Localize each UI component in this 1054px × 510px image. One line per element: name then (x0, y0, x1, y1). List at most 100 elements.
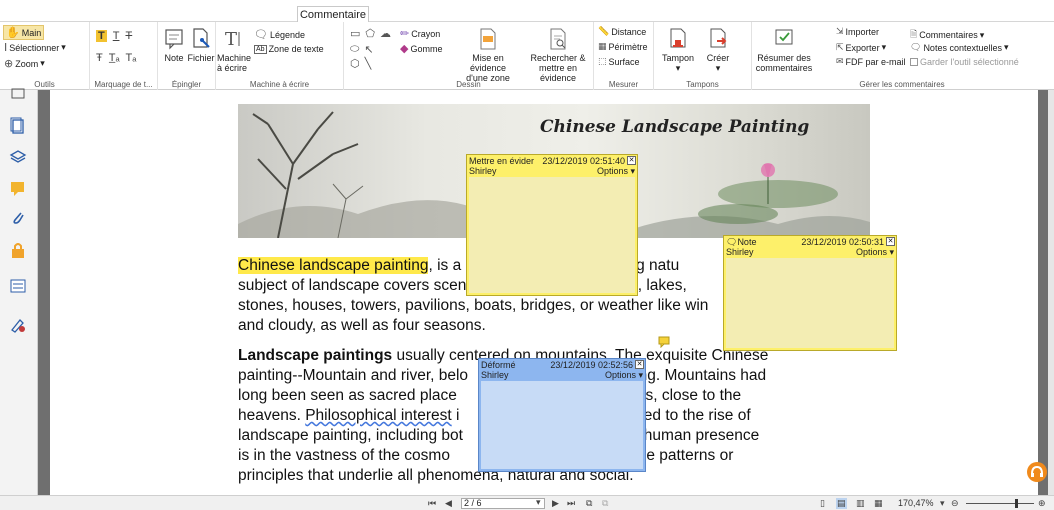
export-button[interactable]: ⇱ Exporter ▾ (836, 42, 886, 53)
assistant-button[interactable] (1027, 462, 1047, 482)
ribbon-tabbar: Commentaire (0, 0, 1054, 23)
sticky-note-note[interactable]: 🗨Note 23/12/2019 02:50:31 ✕ Shirley Option… (723, 235, 897, 351)
area-highlight-button[interactable]: Mise en évidence d'une zone (456, 27, 520, 83)
note-header[interactable]: Déformé 23/12/2019 02:52:56 ✕ Shirley Opti… (479, 359, 645, 381)
comment-marker-icon[interactable] (658, 336, 670, 350)
summarize-comments-button[interactable]: Résumer des commentaires (756, 27, 812, 73)
lock-icon[interactable] (8, 240, 28, 260)
strikeout-text-icon[interactable]: T (125, 30, 132, 42)
eraser-button[interactable]: ◆ Gomme (400, 42, 442, 55)
document-viewport[interactable]: Chinese Landscape Painting Chinese lands… (38, 90, 1048, 495)
prev-page-icon[interactable]: ◀ (445, 498, 452, 509)
zoom-slider[interactable] (966, 503, 1034, 504)
insert-text-icon[interactable]: T̲ₐ (109, 52, 120, 64)
note-author: Shirley (481, 370, 509, 380)
oval-icon[interactable]: ⬭ (350, 42, 359, 56)
cloud-icon[interactable]: ☁ (380, 27, 391, 40)
keep-tool-selected-checkbox[interactable]: Garder l'outil sélectionné (910, 57, 1019, 67)
file-attach-button[interactable]: Fichier (188, 27, 215, 63)
pencil-button[interactable]: ✏ Crayon (400, 27, 440, 40)
eraser-icon: ◆ (400, 42, 409, 55)
popup-notes-button[interactable]: 🗨 Notes contextuelles ▾ (910, 42, 1009, 53)
chevron-down-icon: ▾ (715, 63, 721, 73)
note-author: Shirley (469, 166, 497, 176)
continuous-facing-view-icon[interactable]: ▦ (874, 498, 883, 509)
pages-icon[interactable] (8, 116, 28, 136)
attachment-icon[interactable] (8, 208, 28, 228)
area-button[interactable]: ⬚ Surface (598, 57, 640, 67)
comments-menu-button[interactable]: 🗎 Commentaires ▾ (910, 27, 984, 43)
polyline-icon[interactable]: ⬡ (350, 57, 360, 70)
zoom-slider-thumb[interactable] (1015, 499, 1018, 508)
last-page-icon[interactable]: ⏭ (567, 498, 575, 509)
vertical-scrollbar[interactable] (1048, 90, 1054, 495)
group-epingler: Note Fichier Épingler (158, 22, 216, 90)
rectangle-icon[interactable]: ▭ (350, 27, 360, 40)
comments-panel-icon[interactable] (8, 178, 28, 198)
create-stamp-button[interactable]: Créer ▾ (700, 27, 736, 73)
zoom-out-icon[interactable]: ⊖ (951, 498, 959, 509)
zoom-in-icon[interactable]: ⊕ (1038, 498, 1046, 509)
layers-icon[interactable] (8, 146, 28, 166)
page-number-input[interactable]: 2 / 6 (461, 498, 545, 509)
stamp-button[interactable]: Tampon ▾ (658, 27, 698, 73)
group-dessin: ▭ ⬠ ☁ ⬭ ↖ ⬡ ╲ ✏ Crayon ◆ Gomme Mise en é… (344, 22, 594, 90)
sticky-note-squiggly[interactable]: Déformé 23/12/2019 02:52:56 ✕ Shirley Opti… (478, 358, 646, 472)
close-icon[interactable]: ✕ (635, 360, 644, 369)
typewriter-button[interactable]: T Machine à écrire (216, 27, 252, 73)
main-tool-button[interactable]: ✋ Main (3, 25, 45, 40)
note-body-textarea[interactable] (726, 258, 894, 348)
note-header[interactable]: 🗨Note 23/12/2019 02:50:31 ✕ Shirley Option… (724, 236, 896, 258)
underline-text-icon[interactable]: T (113, 30, 120, 42)
sticky-note-highlight[interactable]: Mettre en évider 23/12/2019 02:51:40 ✕ Sh… (466, 154, 638, 296)
zoom-dropdown-icon[interactable]: ▾ (940, 498, 945, 509)
fdf-email-button[interactable]: ✉ FDF par e-mail (836, 57, 906, 67)
signature-icon[interactable] (8, 314, 28, 334)
line-icon[interactable]: ╲ (365, 57, 372, 70)
page-dropdown-icon[interactable]: ▾ (536, 497, 541, 508)
first-page-icon[interactable]: ⏮ (428, 498, 436, 509)
search-highlight-button[interactable]: Rechercher & mettre en évidence (522, 27, 594, 83)
group-label-gerer: Gérer les commentaires (859, 80, 945, 89)
form-fields-icon[interactable] (8, 276, 28, 296)
group-machine: T Machine à écrire 🗨 Légende Ab Zone de … (216, 22, 344, 90)
hand-sidebar-icon[interactable] (8, 88, 28, 108)
zoom-tool-button[interactable]: ⊕ Zoom ▾ (4, 57, 45, 70)
group-mesurer: 📏 Distance ▦ Périmètre ⬚ Surface Mesurer (594, 22, 654, 90)
close-icon[interactable]: ✕ (886, 237, 895, 246)
note-options-button[interactable]: Options ▾ (605, 370, 643, 381)
single-page-view-icon[interactable]: ▯ (820, 498, 825, 509)
zoom-level[interactable]: 170,47% (898, 498, 934, 508)
facing-view-icon[interactable]: ▥ (856, 498, 865, 509)
legende-button[interactable]: 🗨 Légende (254, 28, 305, 41)
left-sidebar (0, 88, 38, 495)
note-header[interactable]: Mettre en évider 23/12/2019 02:51:40 ✕ Sh… (467, 155, 637, 177)
note-options-button[interactable]: Options ▾ (597, 166, 635, 177)
squiggly-text[interactable]: Philosophical interest (305, 407, 451, 424)
close-icon[interactable]: ✕ (627, 156, 636, 165)
hand-icon: ✋ (6, 26, 20, 39)
perimeter-button[interactable]: ▦ Périmètre (598, 42, 648, 52)
import-button[interactable]: ⇲ Importer (836, 27, 879, 37)
tab-commentaire[interactable]: Commentaire (297, 6, 369, 23)
note-body-textarea[interactable] (481, 381, 643, 469)
select-tool-button[interactable]: Ⅰ Sélectionner ▾ (4, 41, 66, 54)
note-body-textarea[interactable] (469, 177, 635, 293)
squiggly-text-icon[interactable]: Ŧ (96, 52, 103, 64)
continuous-view-icon[interactable]: ▤ (836, 498, 847, 509)
arrow-icon[interactable]: ↖ (364, 43, 373, 56)
note-options-button[interactable]: Options ▾ (856, 247, 894, 258)
polygon-icon[interactable]: ⬠ (365, 27, 375, 40)
highlighted-text[interactable]: Chinese landscape painting (238, 257, 429, 274)
export-icon: ⇱ (836, 42, 844, 53)
zoom-icon: ⊕ (4, 57, 14, 70)
paste-page-icon[interactable]: ⧉ (602, 498, 608, 509)
replace-text-icon[interactable]: Tₐ (126, 52, 137, 64)
document-page[interactable]: Chinese Landscape Painting Chinese lands… (50, 90, 1047, 495)
next-page-icon[interactable]: ▶ (552, 498, 559, 509)
distance-button[interactable]: 📏 Distance (598, 27, 646, 37)
note-button[interactable]: Note (162, 27, 186, 63)
copy-page-icon[interactable]: ⧉ (586, 498, 592, 509)
text-box-button[interactable]: Ab Zone de texte (254, 44, 324, 54)
highlight-text-icon[interactable]: T (96, 30, 107, 42)
